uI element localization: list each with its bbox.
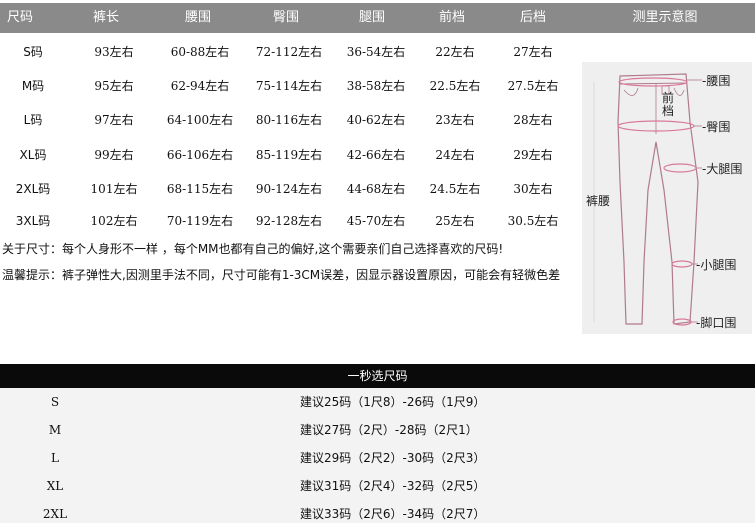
quick-pick-size: M: [48, 423, 62, 437]
quick-pick-size: XL: [46, 479, 64, 493]
cell-back-rise: 27.5左右: [507, 79, 559, 93]
hip-label: -臀围: [702, 120, 731, 134]
cell-thigh: 40-62左右: [346, 113, 406, 127]
header-back-rise: 后档: [519, 10, 546, 25]
measurement-diagram: -腰围 前 档 -臀围 -大腿围 裤腰 -小腿围 -脚口围: [582, 62, 752, 334]
header-size: 尺码: [6, 10, 33, 25]
cell-waist: 70-119左右: [166, 214, 234, 228]
size-fit-note: 关于尺寸：每个人身形不一样 ，每个MM也都有自己的偏好,这个需要亲们自己选择喜欢…: [2, 242, 504, 256]
size-table-header: 尺码 裤长 腰围 臀围 腿围 前档 后档 测里示意图: [0, 3, 755, 33]
thigh-label: -大腿围: [702, 162, 743, 176]
header-diagram: 测里示意图: [632, 10, 698, 25]
cell-front-rise: 22左右: [435, 45, 475, 59]
size-row: L码 97左右 64-100左右 80-116左右 40-62左右 23左右 2…: [0, 103, 580, 137]
quick-pick-recommendation: 建议25码（1尺8）-26码（1尺9）: [300, 395, 486, 409]
cell-hip: 75-114左右: [255, 79, 323, 93]
cell-length: 99左右: [94, 148, 134, 162]
size-row: S码 93左右 60-88左右 72-112左右 36-54左右 22左右 27…: [0, 35, 580, 69]
cell-length: 101左右: [90, 182, 138, 196]
cell-thigh: 45-70左右: [346, 214, 406, 228]
cell-size: M码: [21, 79, 45, 93]
quick-pick-recommendation: 建议31码（2尺4）-32码（2尺5）: [300, 479, 486, 493]
cell-waist: 68-115左右: [166, 182, 234, 196]
cell-waist: 60-88左右: [170, 45, 230, 59]
cell-thigh: 36-54左右: [346, 45, 406, 59]
quick-pick-size: L: [51, 451, 59, 465]
cell-hip: 92-128左右: [255, 214, 323, 228]
header-front-rise: 前档: [438, 10, 465, 25]
cell-back-rise: 28左右: [513, 113, 553, 127]
cell-hip: 90-124左右: [255, 182, 323, 196]
waist-label: -腰围: [702, 74, 731, 88]
measurement-tip-note: 温馨提示：裤子弹性大,因测里手法不同，尺寸可能有1-3CM误差，因显示器设置原因…: [2, 268, 561, 282]
cell-length: 97左右: [94, 113, 134, 127]
cell-waist: 62-94左右: [170, 79, 230, 93]
cell-length: 95左右: [94, 79, 134, 93]
cell-hip: 72-112左右: [255, 45, 323, 59]
quick-pick-table: S 建议25码（1尺8）-26码（1尺9） M 建议27码（2尺）-28码（2尺…: [0, 388, 755, 523]
quick-pick-recommendation: 建议29码（2尺2）-30码（2尺3）: [300, 451, 486, 465]
quick-pick-row: S 建议25码（1尺8）-26码（1尺9）: [0, 388, 755, 416]
front-rise-label: 前 档: [662, 91, 675, 118]
quick-pick-recommendation: 建议33码（2尺6）-34码（2尺7）: [300, 507, 486, 521]
cell-back-rise: 30左右: [513, 182, 553, 196]
cell-waist: 64-100左右: [166, 113, 234, 127]
cell-front-rise: 24.5左右: [429, 182, 481, 196]
quick-pick-size: 2XL: [42, 507, 68, 521]
cell-thigh: 44-68左右: [346, 182, 406, 196]
quick-pick-row: L 建议29码（2尺2）-30码（2尺3）: [0, 444, 755, 472]
cell-thigh: 38-58左右: [346, 79, 406, 93]
cell-hip: 80-116左右: [255, 113, 323, 127]
header-thigh: 腿围: [358, 10, 385, 25]
size-row: 3XL码 102左右 70-119左右 92-128左右 45-70左右 25左…: [0, 204, 580, 238]
quick-pick-header: 一秒选尺码: [0, 364, 755, 388]
size-chart-sheet: 尺码 裤长 腰围 臀围 腿围 前档 后档 测里示意图 S码 93左右 60-88…: [0, 0, 755, 523]
cell-size: 2XL码: [15, 182, 51, 196]
ankle-label: -脚口围: [696, 316, 737, 330]
rise-label: 裤腰: [586, 194, 611, 208]
size-row: XL码 99左右 66-106左右 85-119左右 42-66左右 24左右 …: [0, 138, 580, 172]
header-hip: 臀围: [272, 10, 299, 25]
cell-back-rise: 27左右: [513, 45, 553, 59]
cell-length: 102左右: [90, 214, 138, 228]
calf-label: -小腿围: [696, 258, 737, 272]
quick-pick-title: 一秒选尺码: [347, 369, 408, 383]
cell-front-rise: 22.5左右: [429, 79, 481, 93]
cell-back-rise: 30.5左右: [507, 214, 559, 228]
header-waist: 腰围: [184, 10, 211, 25]
quick-pick-row: 2XL 建议33码（2尺6）-34码（2尺7）: [0, 500, 755, 528]
cell-waist: 66-106左右: [166, 148, 234, 162]
size-row: M码 95左右 62-94左右 75-114左右 38-58左右 22.5左右 …: [0, 69, 580, 103]
header-length: 裤长: [92, 10, 119, 25]
cell-size: L码: [23, 113, 43, 127]
cell-front-rise: 24左右: [435, 148, 475, 162]
cell-size: 3XL码: [15, 214, 51, 228]
quick-pick-recommendation: 建议27码（2尺）-28码（2尺1）: [300, 423, 478, 437]
cell-size: S码: [23, 45, 43, 59]
cell-front-rise: 23左右: [435, 113, 475, 127]
cell-back-rise: 29左右: [513, 148, 553, 162]
cell-front-rise: 25左右: [435, 214, 475, 228]
cell-length: 93左右: [94, 45, 134, 59]
cell-hip: 85-119左右: [255, 148, 323, 162]
cell-thigh: 42-66左右: [346, 148, 406, 162]
quick-pick-row: XL 建议31码（2尺4）-32码（2尺5）: [0, 472, 755, 500]
quick-pick-size: S: [50, 395, 60, 409]
cell-size: XL码: [19, 148, 47, 162]
quick-pick-row: M 建议27码（2尺）-28码（2尺1）: [0, 416, 755, 444]
size-row: 2XL码 101左右 68-115左右 90-124左右 44-68左右 24.…: [0, 172, 580, 206]
